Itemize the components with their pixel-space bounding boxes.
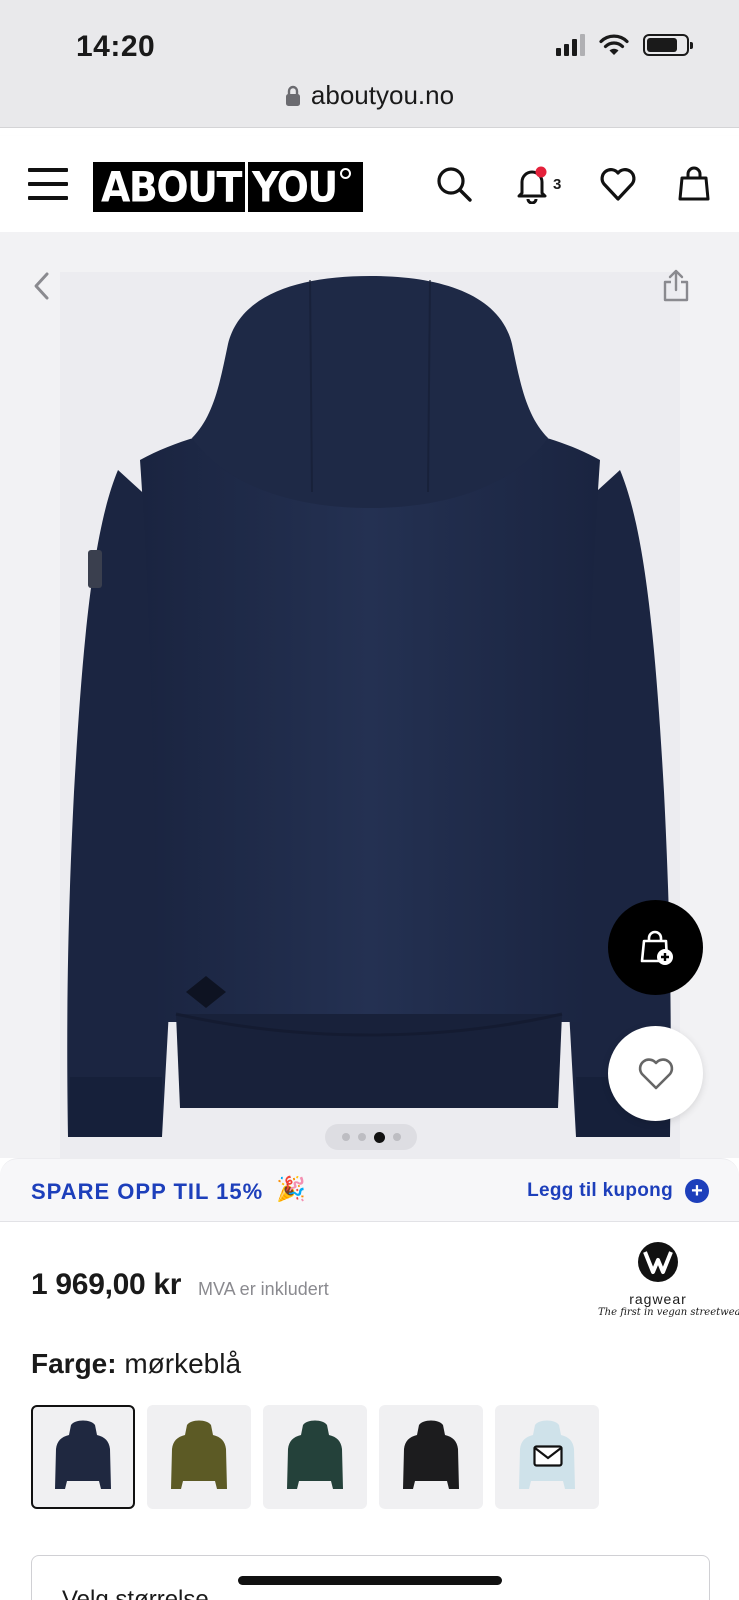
coupon-banner: SPARE OPP TIL 15% 🎉 Legg til kupong + xyxy=(0,1158,739,1222)
color-selection-heading: Farge: mørkeblå xyxy=(31,1348,241,1380)
color-swatch-list xyxy=(31,1405,599,1509)
bell-icon[interactable] xyxy=(512,164,552,204)
product-image-jacket xyxy=(60,272,680,1158)
brand-mark-icon xyxy=(638,1242,678,1282)
color-value: mørkeblå xyxy=(124,1348,242,1379)
brand-logo[interactable]: ragwear The first in vegan streetwear xyxy=(598,1240,739,1328)
add-coupon-link[interactable]: Legg til kupong xyxy=(527,1180,673,1202)
menu-icon[interactable] xyxy=(28,168,68,200)
url-text: aboutyou.no xyxy=(310,80,455,110)
color-swatch-olive[interactable] xyxy=(147,1405,251,1509)
battery-icon xyxy=(643,34,693,56)
brand-name: ragwear xyxy=(629,1291,687,1307)
notification-count: 3 xyxy=(553,176,562,193)
add-to-bag-button[interactable] xyxy=(608,900,703,995)
color-label: Farge: xyxy=(31,1348,117,1379)
color-swatch-light-blue[interactable] xyxy=(495,1405,599,1509)
heart-icon xyxy=(638,1057,673,1089)
address-bar[interactable]: aboutyou.no xyxy=(0,80,739,111)
add-to-wishlist-button[interactable] xyxy=(608,1026,703,1121)
gallery-pagination[interactable] xyxy=(325,1124,417,1150)
browser-chrome: 14:20 aboutyou.no xyxy=(0,0,739,128)
home-indicator xyxy=(238,1576,502,1585)
vat-note: MVA er inkludert xyxy=(198,1279,329,1299)
add-to-bag-icon xyxy=(640,930,673,965)
bag-icon[interactable] xyxy=(674,164,714,204)
pagination-dot-active[interactable] xyxy=(373,1131,385,1143)
about-you-logo[interactable]: ABOUT YOU xyxy=(93,162,363,212)
pagination-dot[interactable] xyxy=(357,1133,366,1141)
chevron-left-icon[interactable] xyxy=(30,270,54,302)
notify-envelope-icon xyxy=(533,1445,563,1467)
site-header: ABOUT YOU 3 xyxy=(0,136,739,232)
lock-icon xyxy=(285,85,300,106)
wifi-icon xyxy=(599,34,629,55)
color-swatch-navy[interactable] xyxy=(31,1405,135,1509)
status-time: 14:20 xyxy=(76,30,156,63)
logo-text-you: YOU xyxy=(251,162,338,212)
logo-mark xyxy=(339,168,351,179)
jacket-thumbnail xyxy=(171,1420,227,1489)
logo-divider xyxy=(244,162,248,212)
color-swatch-green[interactable] xyxy=(263,1405,367,1509)
search-icon[interactable] xyxy=(434,164,474,204)
promo-text: SPARE OPP TIL 15% xyxy=(31,1179,264,1204)
jacket-thumbnail xyxy=(287,1420,343,1489)
brand-tagline: The first in vegan streetwear xyxy=(598,1307,739,1318)
party-popper-icon: 🎉 xyxy=(276,1176,306,1203)
jacket-thumbnail xyxy=(403,1420,459,1489)
status-icons xyxy=(556,34,693,56)
logo-text-about: ABOUT xyxy=(101,162,242,212)
jacket-thumbnail xyxy=(55,1420,111,1489)
share-icon[interactable] xyxy=(661,268,691,302)
wishlist-heart-icon[interactable] xyxy=(598,164,638,204)
color-swatch-black[interactable] xyxy=(379,1405,483,1509)
pagination-dot[interactable] xyxy=(392,1133,401,1141)
add-coupon-icon[interactable]: + xyxy=(685,1179,709,1203)
pagination-dot[interactable] xyxy=(341,1133,350,1141)
product-image-gallery[interactable] xyxy=(0,232,739,1158)
size-selector-label: Velg størrelse xyxy=(62,1586,209,1600)
cellular-signal-icon xyxy=(556,34,585,56)
product-price: 1 969,00 kr xyxy=(31,1268,182,1301)
